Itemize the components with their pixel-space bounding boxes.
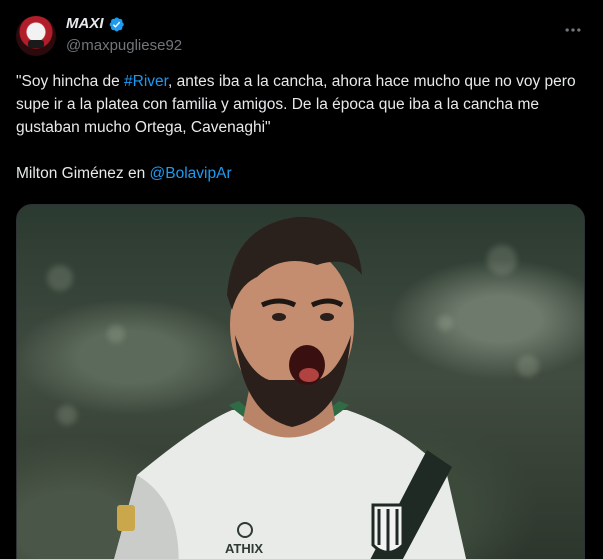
avatar-mark: [28, 40, 44, 48]
player-photo: ATHIX: [114, 216, 467, 559]
jersey-sponsor-text: ATHIX: [225, 541, 263, 556]
mention-bolavip-link[interactable]: @BolavipAr: [150, 165, 232, 182]
author-names: MAXI @maxpugliese92: [66, 14, 182, 56]
tweet-media-photo[interactable]: ATHIX: [16, 204, 585, 559]
league-patch: [117, 505, 135, 531]
tweet-card[interactable]: MAXI @maxpugliese92 "Soy hincha de #Rive…: [0, 0, 603, 559]
tweet-text: "Soy hincha de #River, antes iba a la ca…: [16, 70, 587, 185]
tongue: [299, 368, 319, 382]
eye-right: [320, 313, 334, 321]
avatar[interactable]: [16, 16, 56, 56]
tweet-paragraph-credit: Milton Giménez en @BolavipAr: [16, 162, 587, 185]
author-handle[interactable]: @maxpugliese92: [66, 36, 182, 56]
tweet-paragraph-quote: "Soy hincha de #River, antes iba a la ca…: [16, 70, 587, 139]
eye-left: [272, 313, 286, 321]
hashtag-river-link[interactable]: #River: [124, 73, 168, 90]
verified-badge-icon: [109, 17, 124, 31]
quote-text-start: "Soy hincha de: [16, 73, 125, 90]
display-name-text: MAXI: [66, 15, 104, 32]
author-display-name[interactable]: MAXI: [66, 14, 125, 34]
tweet-header: MAXI @maxpugliese92: [16, 14, 587, 58]
credit-text: Milton Giménez en: [16, 165, 150, 182]
more-dots-icon[interactable]: [563, 20, 583, 40]
